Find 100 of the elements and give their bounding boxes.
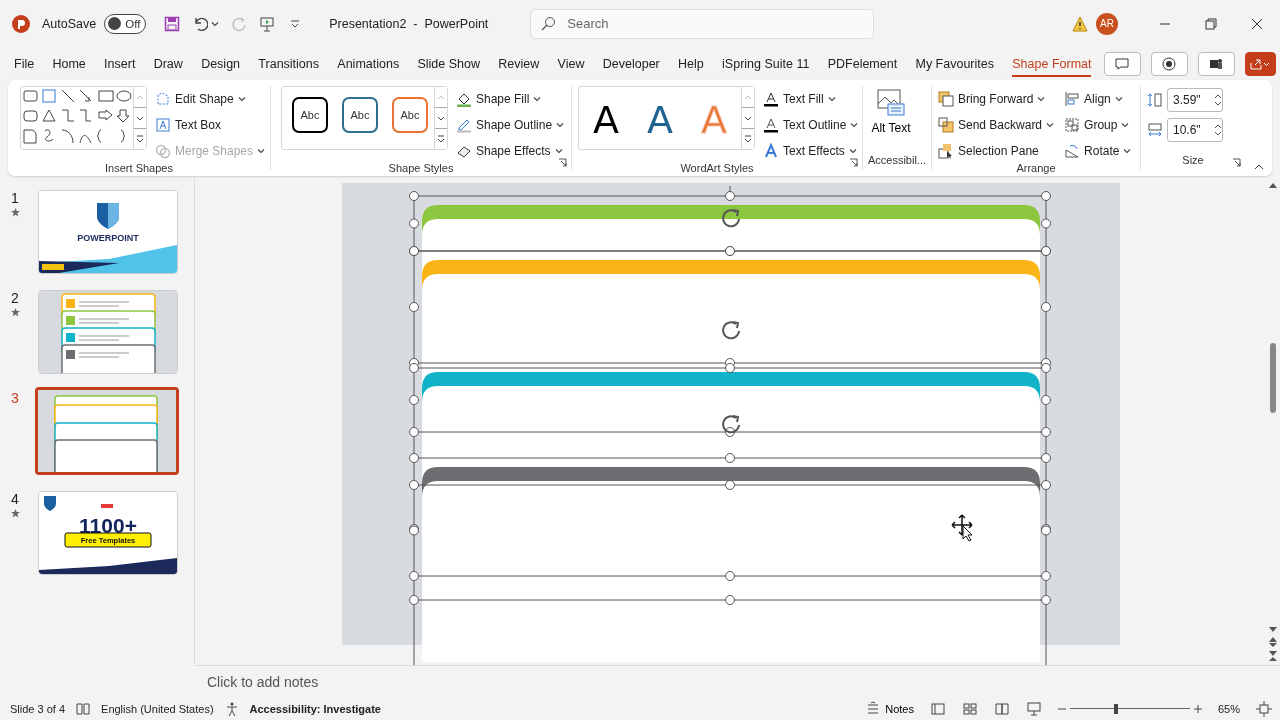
caret-icon [850, 122, 859, 128]
ribbon-tab[interactable]: View [551, 47, 591, 80]
group-label: Accessibil... [866, 154, 928, 168]
slideshow-icon [1025, 701, 1042, 717]
dialog-launcher-icon[interactable] [849, 158, 858, 167]
ribbon-tab[interactable]: Design [195, 47, 247, 80]
caret-icon [1046, 122, 1055, 128]
image-caption-icon [876, 88, 906, 118]
accessibility-status[interactable]: Accessibility: Investigate [249, 703, 381, 715]
ribbon-tab[interactable]: iSpring Suite 11 [716, 47, 816, 80]
zoom-slider[interactable] [1069, 703, 1190, 715]
ribbon-tab[interactable]: Shape Format [1006, 47, 1098, 80]
bold-letter-icon [763, 143, 779, 159]
language-indicator[interactable]: English (United States) [101, 703, 214, 715]
ribbon-tab[interactable]: Slide Show [411, 47, 486, 80]
notes-button[interactable]: Notes [865, 701, 914, 717]
save-icon [164, 15, 181, 32]
caret-icon [1121, 122, 1130, 128]
ribbon-command[interactable]: Text Box [155, 114, 266, 136]
pane-cursor-icon [938, 143, 954, 159]
group-label: Shape Styles [387, 162, 455, 174]
dialog-launcher-icon[interactable] [1232, 158, 1241, 167]
spin-arrows-icon[interactable] [1214, 123, 1222, 137]
ribbon-tab[interactable]: Help [672, 47, 710, 80]
ribbon-tab[interactable]: Review [492, 47, 546, 80]
teams-button[interactable] [1197, 51, 1235, 76]
slide-thumbnail[interactable] [35, 387, 179, 475]
scrollbar-thumb[interactable] [1269, 342, 1276, 413]
ribbon-command[interactable]: Text Outline [763, 114, 859, 136]
rotate-handle-icon[interactable] [722, 209, 740, 228]
collapse-ribbon-icon[interactable] [1254, 164, 1264, 170]
rotate-arrow-icon [1064, 143, 1081, 159]
group-frame-icon [1064, 117, 1081, 133]
gallery-more-button[interactable] [435, 128, 447, 149]
spin-arrows-icon[interactable] [1214, 93, 1222, 107]
user-avatar[interactable]: AR [1096, 12, 1118, 35]
rotate-handle-icon[interactable] [722, 415, 740, 434]
shape-style-swatch[interactable]: Abc [392, 97, 428, 133]
previous-slide-icon[interactable] [1268, 637, 1277, 647]
letter-outline-icon [763, 117, 779, 133]
ribbon-tab[interactable]: My Favourites [909, 47, 1000, 80]
caret-icon [556, 122, 565, 128]
height-field[interactable]: 3.59" [1167, 88, 1223, 112]
group-label: Arrange [1015, 162, 1057, 174]
scroll-up-icon[interactable] [1268, 182, 1277, 188]
ribbon-tab[interactable]: Animations [331, 47, 406, 80]
autosave-toggle[interactable]: Off [104, 13, 147, 34]
selection-frame-drawing[interactable] [409, 185, 1051, 665]
book-check-icon [75, 701, 92, 717]
caret-down-icon [744, 115, 752, 121]
align-left-icon [1064, 91, 1081, 107]
share-button[interactable] [1244, 51, 1276, 76]
comments-button[interactable] [1103, 51, 1141, 76]
ribbon-command[interactable]: Send Backward [938, 114, 1055, 136]
ribbon-tab[interactable]: Draw [147, 47, 189, 80]
reading-view-icon [993, 701, 1010, 717]
zoom-level[interactable]: 65% [1217, 703, 1240, 715]
ribbon-tab[interactable]: PDFelement [821, 47, 904, 80]
undo-icon [192, 15, 209, 32]
ribbon-command[interactable]: Selection Pane [938, 140, 1055, 162]
record-button[interactable] [1150, 51, 1188, 76]
ribbon-command[interactable]: Text Effects [763, 140, 859, 162]
zoom-in-icon[interactable] [1193, 705, 1202, 713]
ribbon-command[interactable]: Text Fill [763, 88, 859, 110]
ribbon-tab[interactable]: File [8, 47, 41, 80]
ribbon-tab[interactable]: Transitions [252, 47, 325, 80]
layers-backward-icon [938, 117, 954, 133]
notes-field[interactable]: Click to add notes [205, 673, 609, 691]
rotate-handle-icon[interactable] [722, 321, 740, 340]
alt-text-button[interactable]: Alt Text [863, 86, 919, 136]
autosave-label: AutoSave [42, 16, 97, 31]
scroll-down-icon[interactable] [1268, 627, 1277, 633]
width-field[interactable]: 10.6" [1167, 118, 1223, 142]
ribbon-command[interactable]: Shape Outline [456, 114, 565, 136]
gallery-more-button[interactable] [742, 128, 754, 149]
ribbon-tab[interactable]: Developer [596, 47, 666, 80]
restore-icon [1205, 17, 1217, 30]
shape-style-swatch[interactable]: Abc [292, 97, 328, 133]
caret-icon [1123, 148, 1132, 154]
redo-icon [231, 15, 248, 32]
ribbon-command[interactable]: Rotate [1064, 140, 1132, 162]
gallery-more-button[interactable] [134, 128, 146, 149]
ribbon-command[interactable]: Shape Fill [456, 88, 565, 110]
slide-number: 4 [11, 491, 19, 507]
grid-view-icon [961, 701, 978, 717]
ribbon-tab[interactable]: Home [46, 47, 92, 80]
ribbon-command[interactable]: Align [1064, 88, 1132, 110]
shape-style-swatch[interactable]: Abc [342, 97, 378, 133]
ribbon-command[interactable]: Group [1064, 114, 1132, 136]
ribbon-command[interactable]: Edit Shape [155, 88, 266, 110]
next-slide-icon[interactable] [1268, 651, 1277, 661]
presenter-icon [259, 15, 276, 32]
ribbon-command[interactable]: Shape Effects [456, 140, 565, 162]
fit-slide-icon [1256, 701, 1272, 717]
ribbon-command[interactable]: Bring Forward [938, 88, 1055, 110]
dialog-launcher-icon[interactable] [558, 158, 567, 167]
caret-icon [237, 96, 246, 102]
search-field[interactable]: Search [530, 8, 875, 39]
slide-thumbnail[interactable]: POWERPOINT [38, 190, 178, 274]
ribbon-tab[interactable]: Insert [98, 47, 142, 80]
